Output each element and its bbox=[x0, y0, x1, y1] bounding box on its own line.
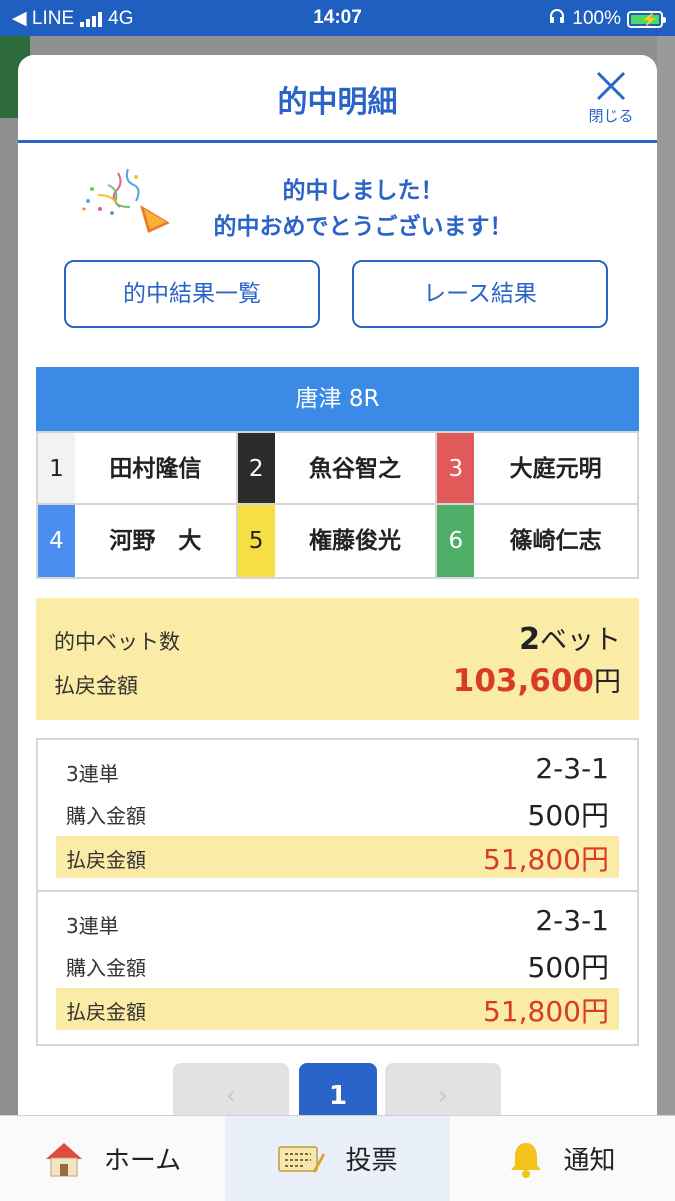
race-results-button[interactable]: レース結果 bbox=[352, 260, 608, 328]
home-icon bbox=[45, 1142, 82, 1176]
racer-cell: 6 篠崎仁志 bbox=[437, 505, 637, 577]
tab-notify-label: 通知 bbox=[563, 1146, 616, 1176]
headphones-icon bbox=[548, 7, 566, 31]
hit-summary: 的中ベット数 2ベット 払戻金額 103,600円 bbox=[36, 598, 639, 720]
current-page-button[interactable]: 1 bbox=[299, 1063, 377, 1115]
racer-grid: 1 田村隆信 2 魚谷智之 3 大庭元明 4 河野 大 5 権藤俊光 6 篠崎仁… bbox=[36, 431, 639, 579]
battery-percent: 100% bbox=[572, 8, 621, 29]
congrats-submessage: 的中おめでとうございます！ bbox=[213, 214, 513, 240]
modal-header: 的中明細 閉じる bbox=[18, 55, 657, 143]
racer-cell: 2 魚谷智之 bbox=[237, 433, 438, 505]
modal-title: 的中明細 bbox=[277, 85, 398, 120]
payout-amount: 51,800円 bbox=[483, 995, 609, 1028]
close-label: 閉じる bbox=[588, 107, 634, 125]
payout-label: 払戻金額 bbox=[66, 1000, 146, 1024]
racer-number: 3 bbox=[437, 433, 475, 503]
hit-results-list-button[interactable]: 的中結果一覧 bbox=[64, 260, 320, 328]
racer-name: 魚谷智之 bbox=[308, 456, 401, 482]
payout-label: 払戻金額 bbox=[54, 674, 138, 698]
bet-item: 3連単 2-3-1 購入金額 500円 払戻金額 51,800円 bbox=[38, 740, 637, 892]
purchase-amount: 500円 bbox=[527, 951, 609, 984]
action-buttons: 的中結果一覧 レース結果 bbox=[64, 260, 610, 332]
racer-number: 5 bbox=[237, 505, 275, 577]
payout-label: 払戻金額 bbox=[66, 848, 146, 872]
bet-count-unit: ベット bbox=[540, 625, 621, 656]
ticket-icon bbox=[278, 1145, 326, 1173]
congrats-section: 的中しました！ 的中おめでとうございます！ bbox=[18, 143, 657, 258]
bet-combination: 2-3-1 bbox=[535, 904, 609, 937]
close-button[interactable]: 閉じる bbox=[581, 69, 641, 129]
racer-number: 1 bbox=[38, 433, 75, 503]
racer-number: 6 bbox=[437, 505, 475, 577]
bet-type: 3連単 bbox=[66, 762, 119, 786]
close-icon bbox=[596, 71, 626, 101]
race-name: 唐津 8R bbox=[36, 367, 639, 431]
bottom-tab-bar: ホーム 投票 通知 bbox=[0, 1115, 675, 1201]
total-payout-value: 103,600 bbox=[452, 663, 594, 699]
total-payout-unit: 円 bbox=[594, 667, 621, 698]
purchase-label: 購入金額 bbox=[66, 804, 146, 828]
bet-list: 3連単 2-3-1 購入金額 500円 払戻金額 51,800円 3連単 2-3… bbox=[36, 738, 639, 1046]
racer-name: 権藤俊光 bbox=[308, 528, 401, 554]
congrats-message: 的中しました！ bbox=[282, 178, 444, 204]
tab-notify[interactable]: 通知 bbox=[450, 1116, 675, 1201]
tab-home-label: ホーム bbox=[103, 1146, 182, 1176]
bet-count: 2ベット bbox=[519, 618, 621, 657]
racer-name: 大庭元明 bbox=[509, 456, 602, 482]
racer-name: 河野 大 bbox=[109, 528, 202, 554]
purchase-label: 購入金額 bbox=[66, 956, 146, 980]
prev-page-button[interactable]: ‹ bbox=[173, 1063, 289, 1115]
purchase-amount: 500円 bbox=[527, 799, 609, 832]
racer-number: 4 bbox=[38, 505, 75, 577]
racer-cell: 1 田村隆信 bbox=[38, 433, 238, 505]
status-bar: ◀ LINE 4G 14:07 100% ⚡ bbox=[0, 0, 675, 36]
racer-cell: 3 大庭元明 bbox=[437, 433, 637, 505]
next-page-button[interactable]: › bbox=[385, 1063, 501, 1115]
bet-combination: 2-3-1 bbox=[535, 752, 609, 785]
bell-icon bbox=[511, 1142, 542, 1178]
hit-details-modal: 的中明細 閉じる 的中しました！ 的中おめでとうございます！ 的中結果一覧 レー… bbox=[18, 55, 657, 1115]
racer-number: 2 bbox=[237, 433, 275, 503]
bet-item: 3連単 2-3-1 購入金額 500円 払戻金額 51,800円 bbox=[38, 892, 637, 1044]
background-page-edge bbox=[657, 36, 675, 1116]
payout-amount: 51,800円 bbox=[483, 843, 609, 876]
tab-home[interactable]: ホーム bbox=[0, 1116, 225, 1201]
racer-name: 田村隆信 bbox=[109, 456, 202, 482]
tab-vote-label: 投票 bbox=[345, 1146, 398, 1176]
battery-icon: ⚡ bbox=[627, 10, 666, 28]
total-payout: 103,600円 bbox=[453, 660, 621, 699]
tab-vote[interactable]: 投票 bbox=[225, 1116, 450, 1201]
pagination: ‹ 1 › bbox=[173, 1063, 503, 1115]
racer-name: 篠崎仁志 bbox=[509, 528, 602, 554]
bet-count-value: 2 bbox=[519, 622, 540, 657]
racer-cell: 4 河野 大 bbox=[38, 505, 238, 577]
racer-cell: 5 権藤俊光 bbox=[237, 505, 438, 577]
bet-count-label: 的中ベット数 bbox=[54, 630, 180, 654]
bet-type: 3連単 bbox=[66, 914, 119, 938]
party-popper-icon bbox=[82, 168, 170, 233]
